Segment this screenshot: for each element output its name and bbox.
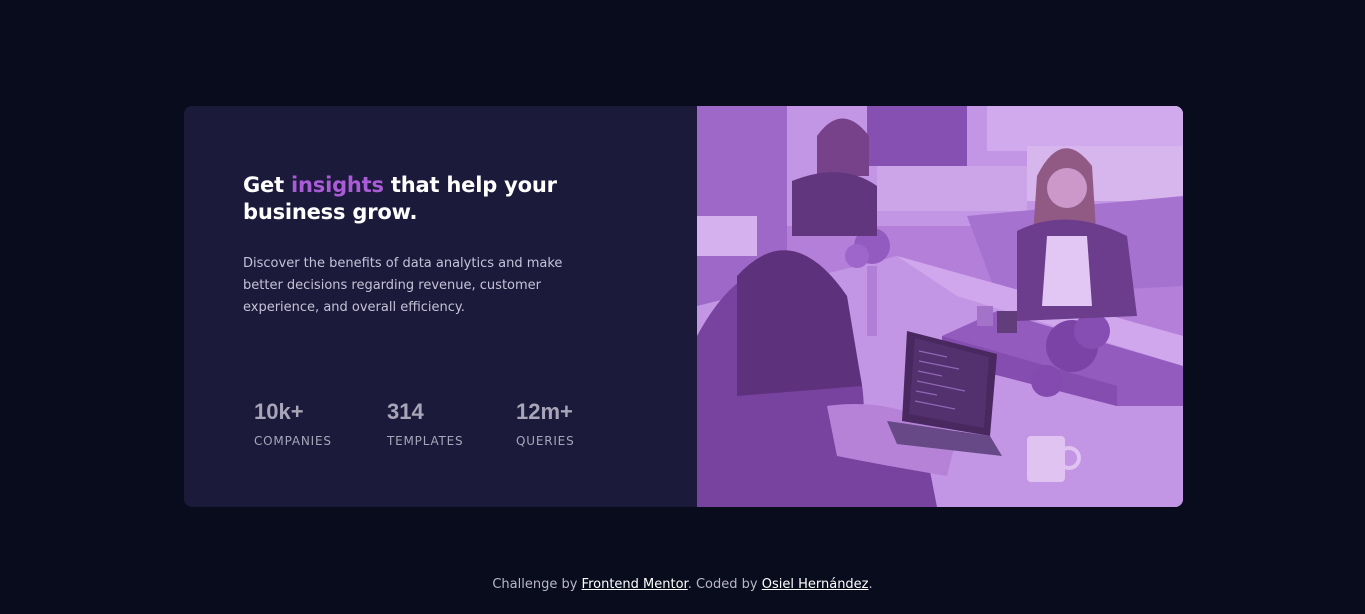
headline-part-1: Get — [243, 173, 292, 197]
author-link[interactable]: Osiel Hernández — [762, 577, 869, 592]
card-description: Discover the benefits of data analytics … — [243, 256, 563, 315]
office-workers-photo — [697, 106, 1183, 507]
stat-templates: 314 TEMPLATES — [387, 398, 463, 448]
stats-preview-card: Get insights that help your business gro… — [184, 106, 1183, 507]
photo-illustration — [697, 106, 1183, 507]
attribution-footer: Challenge by Frontend Mentor. Coded by O… — [0, 576, 1365, 594]
card-headline: Get insights that help your business gro… — [243, 172, 573, 226]
headline-accent: insights — [291, 173, 384, 197]
footer-suffix: . — [868, 577, 873, 592]
stat-queries: 12m+ QUERIES — [516, 398, 575, 448]
stat-value: 10k+ — [254, 399, 304, 424]
stats-row: 10k+ COMPANIES 314 TEMPLATES 12m+ QUERIE… — [254, 398, 634, 458]
stat-label: COMPANIES — [254, 434, 332, 448]
footer-prefix: Challenge by — [492, 577, 582, 592]
frontend-mentor-link[interactable]: Frontend Mentor — [582, 577, 688, 592]
stat-value: 314 — [387, 399, 424, 424]
stat-label: QUERIES — [516, 434, 575, 448]
stat-companies: 10k+ COMPANIES — [254, 398, 332, 448]
stat-label: TEMPLATES — [387, 434, 464, 448]
stat-value: 12m+ — [516, 399, 573, 424]
card-text-panel: Get insights that help your business gro… — [184, 106, 697, 507]
footer-middle: . Coded by — [687, 577, 762, 592]
